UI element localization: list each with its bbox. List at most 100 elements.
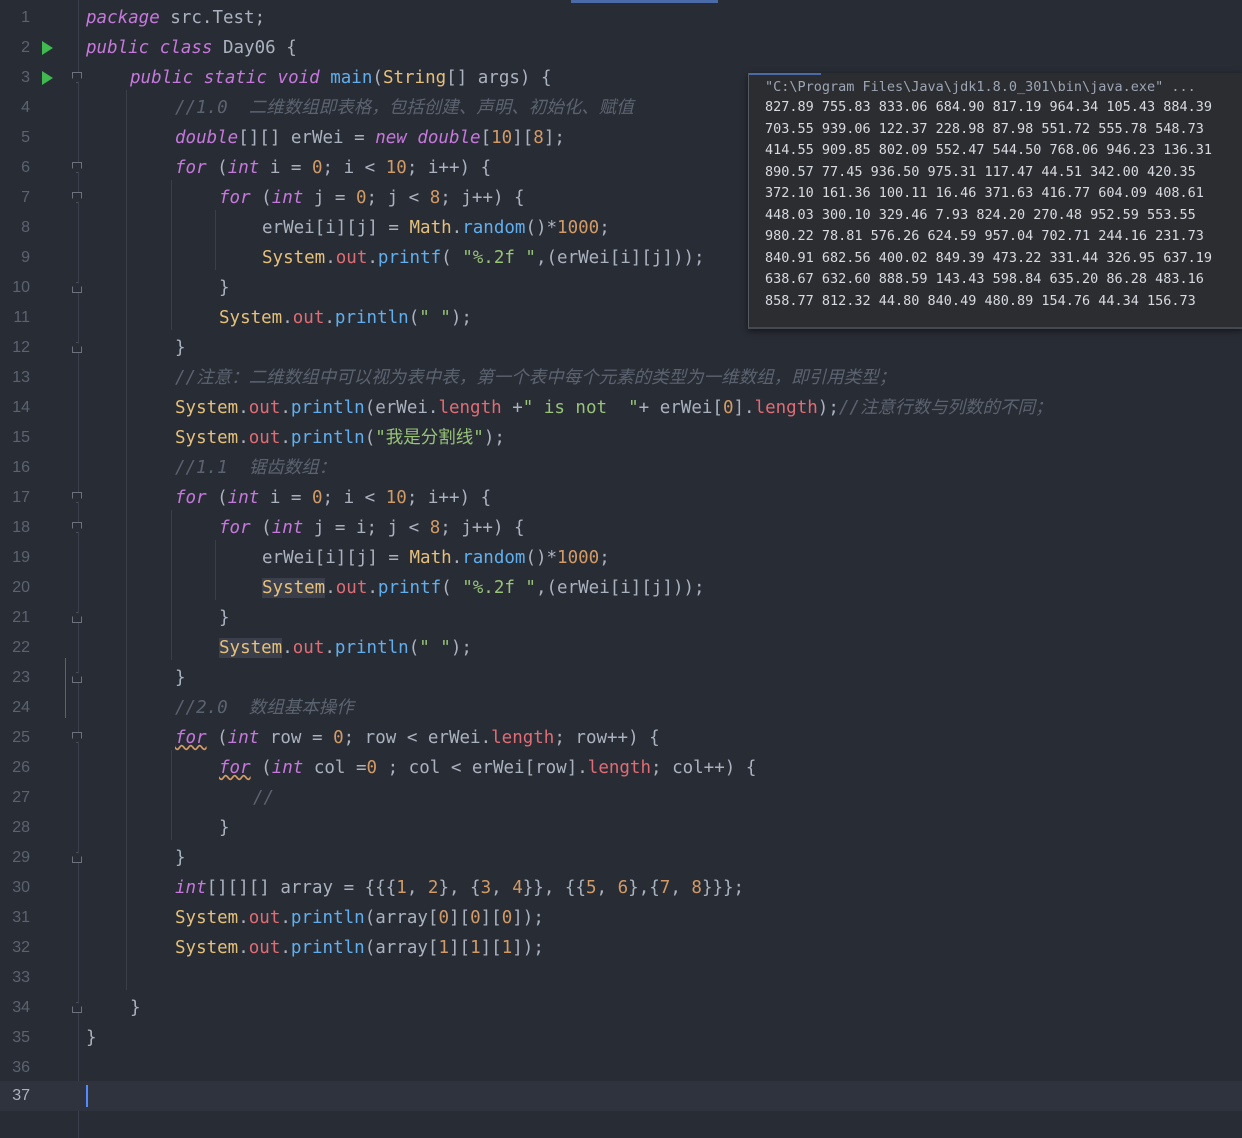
line-number: 1 (21, 9, 30, 26)
code-text: } (219, 278, 230, 298)
code-line[interactable]: 24 //2.0 数组基本操作 (0, 693, 1242, 723)
java-command-line: "C:\Program Files\Java\jdk1.8.0_301\bin\… (765, 79, 1196, 95)
line-number: 3 (21, 69, 30, 86)
output-line: 980.22 78.81 576.26 624.59 957.04 702.71… (765, 228, 1204, 244)
line-number: 35 (12, 1029, 30, 1046)
code-line[interactable]: 31 System.out.println(array[0][0][0]); (0, 903, 1242, 933)
code-line[interactable]: 2 public class Day06 { (0, 33, 1242, 63)
output-line: 827.89 755.83 833.06 684.90 817.19 964.3… (765, 99, 1213, 115)
code-text: erWei[i][j] = Math.random()*1000; (262, 548, 610, 568)
code-line[interactable]: 20 System.out.printf( "%.2f ",(erWei[i][… (0, 573, 1242, 603)
code-line[interactable]: 29 } (0, 843, 1242, 873)
output-line: 703.55 939.06 122.37 228.98 87.98 551.72… (765, 120, 1204, 137)
code-text: } (175, 668, 186, 688)
run-output-popup[interactable]: "C:\Program Files\Java\jdk1.8.0_301\bin\… (748, 73, 1242, 329)
code-line[interactable]: 19 erWei[i][j] = Math.random()*1000; (0, 543, 1242, 573)
line-number: 7 (21, 189, 30, 206)
text-caret (86, 1085, 88, 1107)
line-number: 28 (12, 819, 30, 836)
code-line[interactable]: 21 } (0, 603, 1242, 633)
line-number: 37 (12, 1087, 30, 1104)
code-line[interactable]: 32 System.out.println(array[1][1][1]); (0, 933, 1242, 963)
line-number: 26 (12, 759, 30, 776)
code-line[interactable]: 34 } (0, 993, 1242, 1023)
code-text: public class Day06 { (86, 38, 297, 58)
fold-toggle-icon[interactable] (72, 732, 82, 743)
code-line[interactable]: 14 System.out.println(erWei.length +" is… (0, 393, 1242, 423)
line-number: 4 (21, 99, 30, 116)
line-number: 5 (21, 129, 30, 146)
popup-accent-bar (749, 73, 821, 75)
output-line: 638.67 632.60 888.59 143.43 598.84 635.2… (765, 271, 1204, 287)
code-line[interactable]: 18 for (int j = i; j < 8; j++) { (0, 513, 1242, 543)
line-number: 18 (12, 519, 30, 536)
line-number: 16 (12, 459, 30, 476)
code-text: System.out.println(array[0][0][0]); (175, 908, 544, 928)
code-line[interactable]: 23 } (0, 663, 1242, 693)
fold-toggle-icon[interactable] (72, 72, 82, 83)
code-line[interactable]: 1 package src.Test; (0, 3, 1242, 33)
code-line[interactable]: 33 (0, 963, 1242, 993)
line-number: 10 (12, 279, 30, 296)
comment-text: //注意：二维数组中可以视为表中表，第一个表中每个元素的类型为一维数组，即引用类… (175, 368, 897, 388)
code-text: System.out.println(" "); (219, 308, 472, 328)
code-line[interactable]: 15 System.out.println("我是分割线"); (0, 423, 1242, 453)
line-number: 30 (12, 879, 30, 896)
comment-text: //1.0 二维数组即表格，包括创建、声明、初始化、赋值 (175, 98, 634, 118)
run-main-icon[interactable] (42, 71, 53, 85)
line-number: 19 (12, 549, 30, 566)
fold-toggle-icon[interactable] (72, 192, 82, 203)
code-text: double[][] erWei = new double[10][8]; (175, 128, 565, 148)
line-number: 21 (12, 609, 30, 626)
line-number: 2 (21, 39, 30, 56)
line-number: 20 (12, 579, 30, 596)
code-text: for (int row = 0; row < erWei.length; ro… (175, 728, 660, 748)
code-line[interactable]: 12 } (0, 333, 1242, 363)
fold-toggle-icon[interactable] (72, 162, 82, 173)
fold-end-icon[interactable] (72, 342, 82, 353)
current-code-line[interactable]: 37 (0, 1081, 1242, 1111)
line-number: 6 (21, 159, 30, 176)
code-line[interactable]: 17 for (int i = 0; i < 10; i++) { (0, 483, 1242, 513)
fold-end-icon[interactable] (72, 852, 82, 863)
code-line[interactable]: 27 // (0, 783, 1242, 813)
output-line: 858.77 812.32 44.80 840.49 480.89 154.76… (765, 292, 1196, 309)
line-number: 9 (21, 249, 30, 266)
line-number: 13 (12, 369, 30, 386)
line-number: 25 (12, 729, 30, 746)
output-line: 372.10 161.36 100.11 16.46 371.63 416.77… (765, 185, 1204, 201)
code-text: for (int j = 0; j < 8; j++) { (219, 188, 525, 208)
code-text: System.out.println("我是分割线"); (175, 428, 505, 448)
code-text: for (int i = 0; i < 10; i++) { (175, 488, 492, 508)
line-number: 32 (12, 939, 30, 956)
fold-toggle-icon[interactable] (72, 522, 82, 533)
code-text: System.out.printf( "%.2f ",(erWei[i][j])… (262, 248, 705, 268)
fold-end-icon[interactable] (72, 672, 82, 683)
run-class-icon[interactable] (42, 41, 53, 55)
line-number: 12 (12, 339, 30, 356)
code-line[interactable]: 35 } (0, 1023, 1242, 1053)
fold-end-icon[interactable] (72, 282, 82, 293)
code-text: public static void main(String[] args) { (130, 68, 552, 88)
fold-end-icon[interactable] (72, 1002, 82, 1013)
comment-text: // (253, 788, 275, 808)
fold-toggle-icon[interactable] (72, 492, 82, 503)
output-line: 414.55 909.85 802.09 552.47 544.50 768.0… (765, 142, 1213, 158)
code-line[interactable]: 28 } (0, 813, 1242, 843)
code-line[interactable]: 13 //注意：二维数组中可以视为表中表，第一个表中每个元素的类型为一维数组，即… (0, 363, 1242, 393)
line-number: 24 (12, 699, 30, 716)
code-line[interactable]: 26 for (int col =0 ; col < erWei[row].le… (0, 753, 1242, 783)
code-line[interactable]: 25 for (int row = 0; row < erWei.length;… (0, 723, 1242, 753)
comment-text: //2.0 数组基本操作 (175, 698, 354, 718)
code-line[interactable]: 22 System.out.println(" "); (0, 633, 1242, 663)
code-text: System.out.printf( "%.2f ",(erWei[i][j])… (262, 578, 705, 598)
line-number: 11 (13, 309, 30, 326)
code-line[interactable]: 30 int[][][] array = {{{1, 2}, {3, 4}}, … (0, 873, 1242, 903)
code-text: erWei[i][j] = Math.random()*1000; (262, 218, 610, 238)
code-line[interactable]: 36 (0, 1053, 1242, 1083)
output-line: 890.57 77.45 936.50 975.31 117.47 44.51 … (765, 163, 1196, 180)
fold-end-icon[interactable] (72, 612, 82, 623)
code-text: } (86, 1028, 97, 1048)
code-line[interactable]: 16 //1.1 锯齿数组： (0, 453, 1242, 483)
line-number: 8 (21, 219, 30, 236)
